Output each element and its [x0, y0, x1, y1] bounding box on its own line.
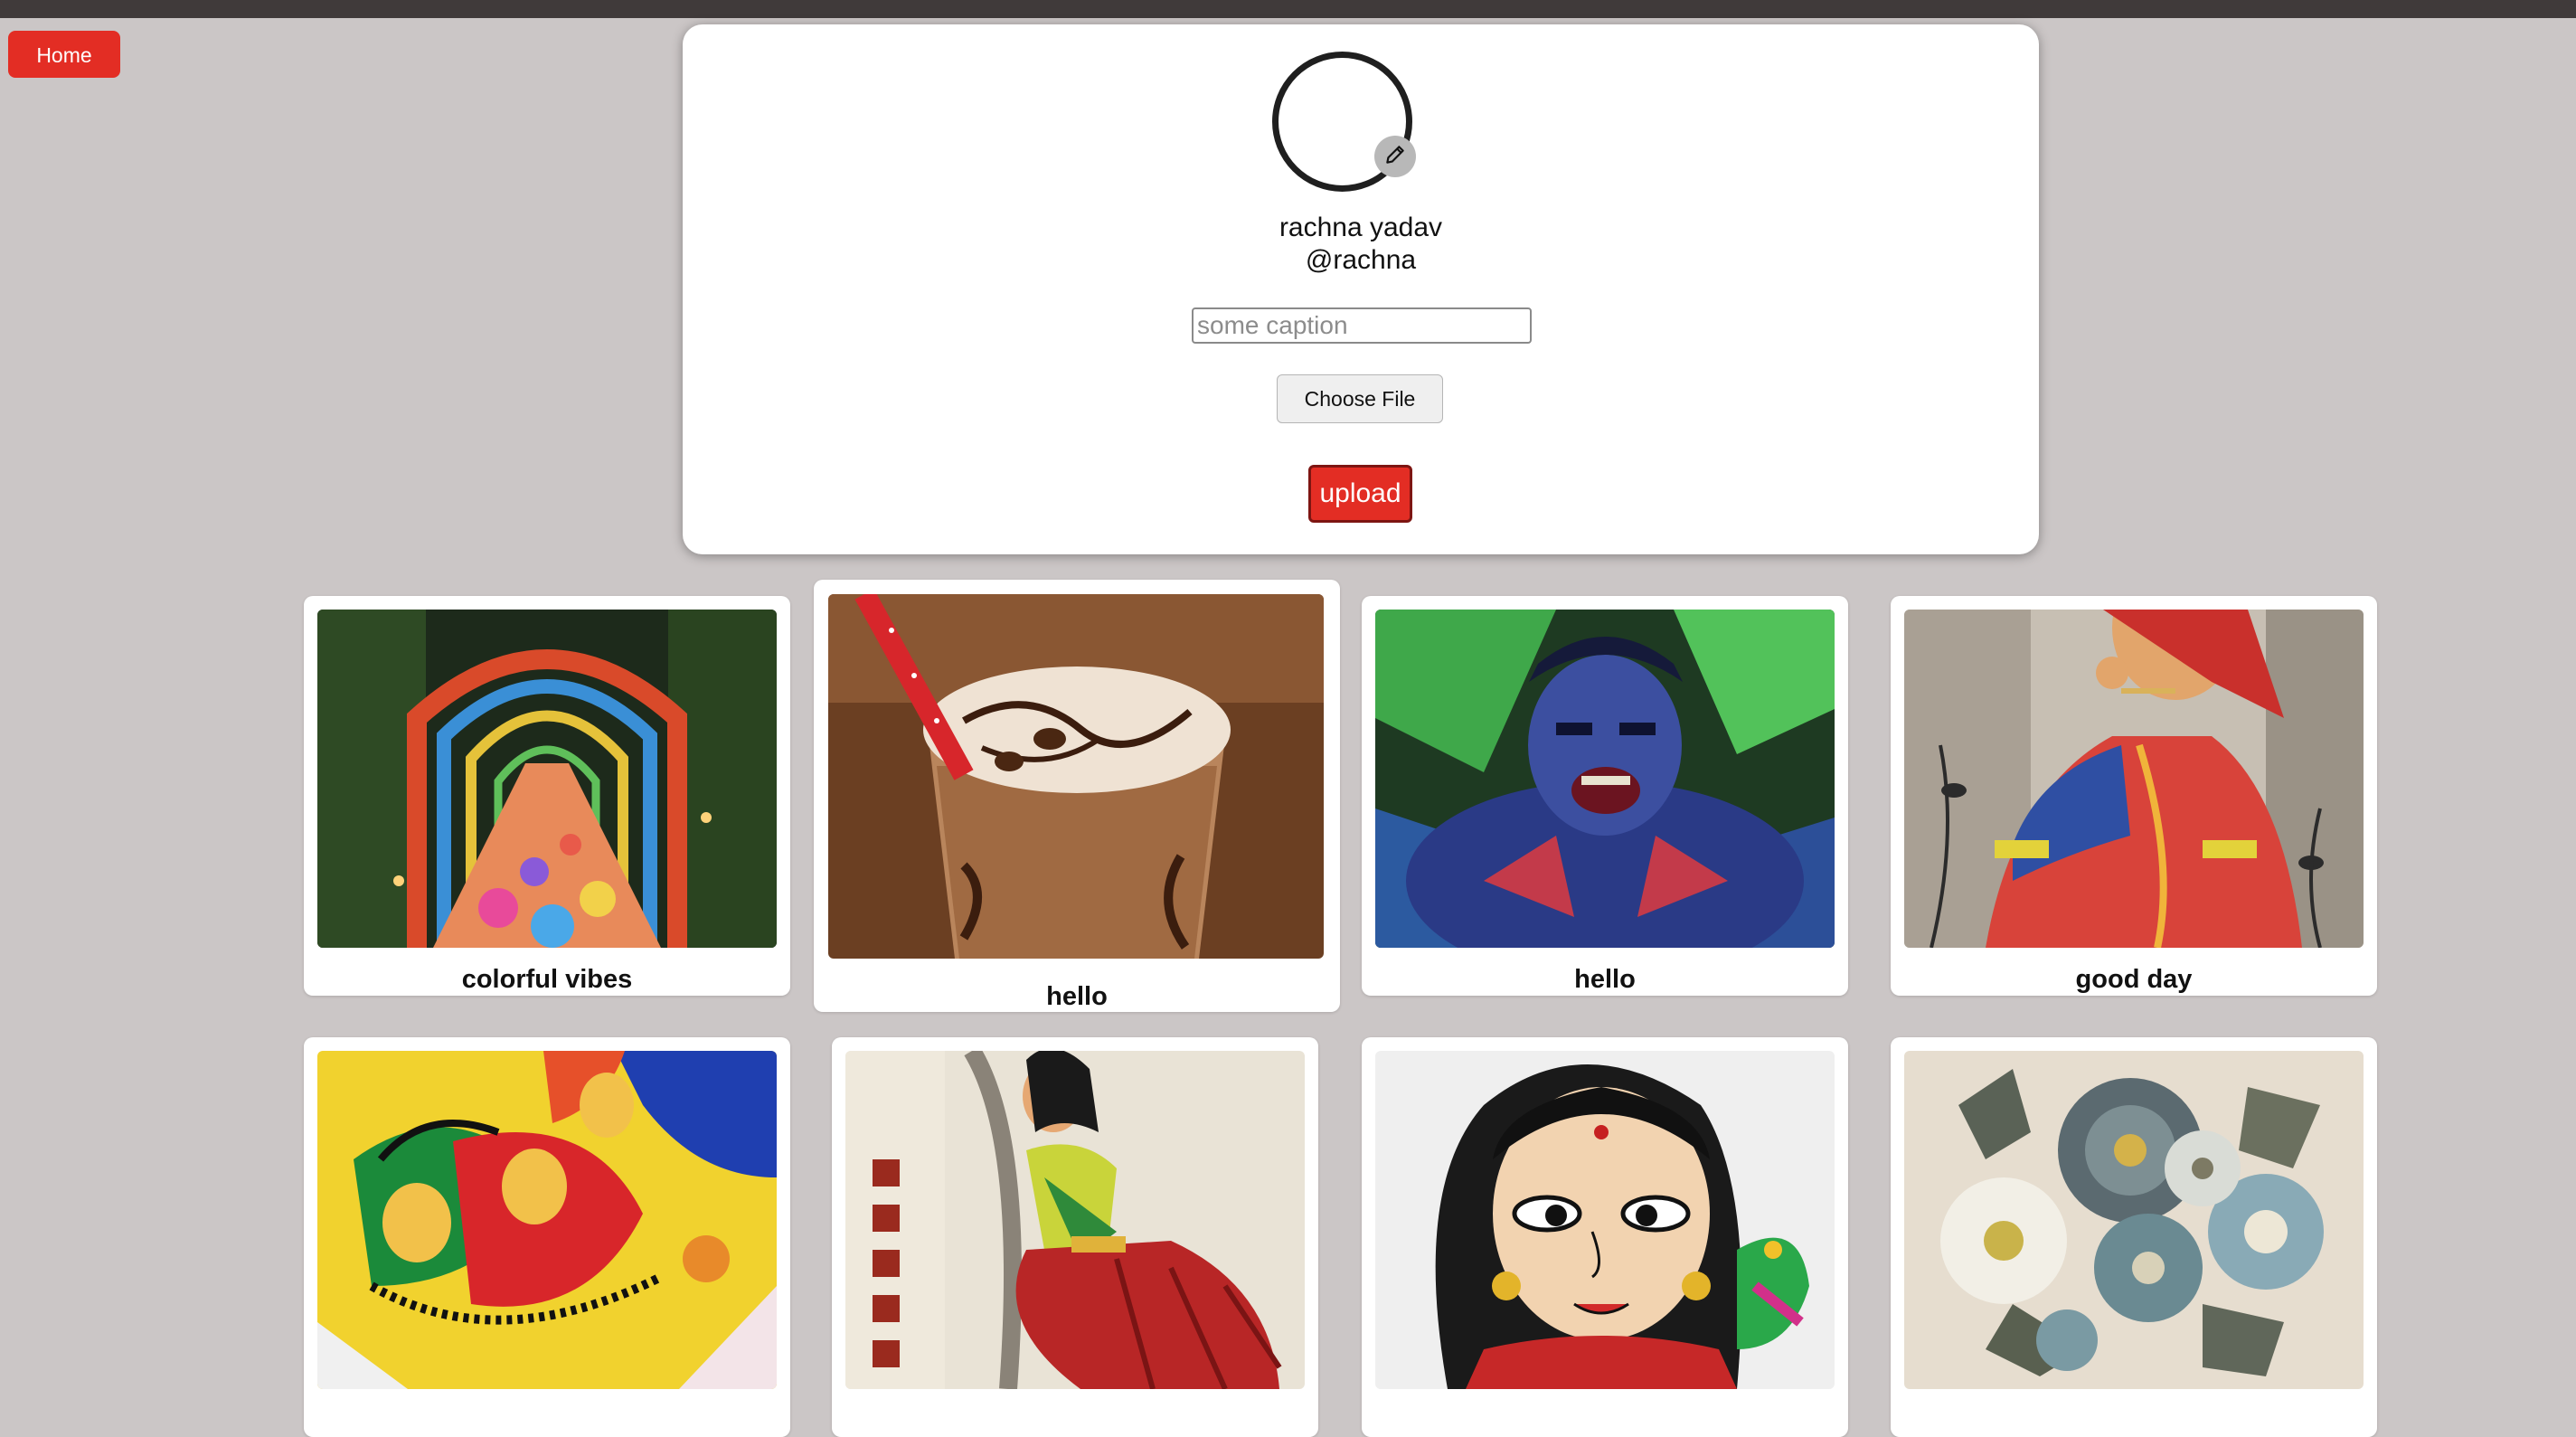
profile-full-name: rachna yadav	[1279, 213, 1443, 242]
post-card[interactable]	[304, 1037, 790, 1437]
top-bar	[0, 0, 2576, 18]
post-caption: colorful vibes	[461, 965, 633, 994]
post-caption: good day	[2075, 965, 2193, 994]
post-image-iced-coffee	[828, 594, 1324, 959]
choose-file-button[interactable]: Choose File	[1277, 374, 1443, 423]
post-card[interactable]: colorful vibes	[304, 596, 790, 996]
pencil-icon	[1383, 143, 1407, 171]
post-card[interactable]: hello	[814, 580, 1340, 1012]
post-card[interactable]	[1362, 1037, 1848, 1437]
upload-button[interactable]: upload	[1308, 465, 1412, 523]
edit-avatar-button[interactable]	[1374, 136, 1416, 177]
post-image-folk-art-women	[317, 1051, 777, 1389]
profile-username: @rachna	[1305, 245, 1417, 275]
caption-input[interactable]	[1192, 307, 1532, 344]
home-button[interactable]: Home	[8, 31, 120, 78]
post-image-dancer-fabric	[845, 1051, 1305, 1389]
post-card[interactable]: hello	[1362, 596, 1848, 996]
post-caption: hello	[1046, 982, 1108, 1011]
post-image-stained-glass-path	[317, 610, 777, 948]
post-image-metal-flowers	[1904, 1051, 2364, 1389]
profile-card: rachna yadav @rachna Choose File upload	[683, 24, 2039, 554]
post-card[interactable]: good day	[1891, 596, 2377, 996]
post-image-woman-parrot	[1375, 1051, 1835, 1389]
post-card[interactable]	[1891, 1037, 2377, 1437]
post-image-hulk	[1375, 610, 1835, 948]
post-image-woman-red-saree	[1904, 610, 2364, 948]
post-card[interactable]	[832, 1037, 1318, 1437]
post-caption: hello	[1574, 965, 1636, 994]
